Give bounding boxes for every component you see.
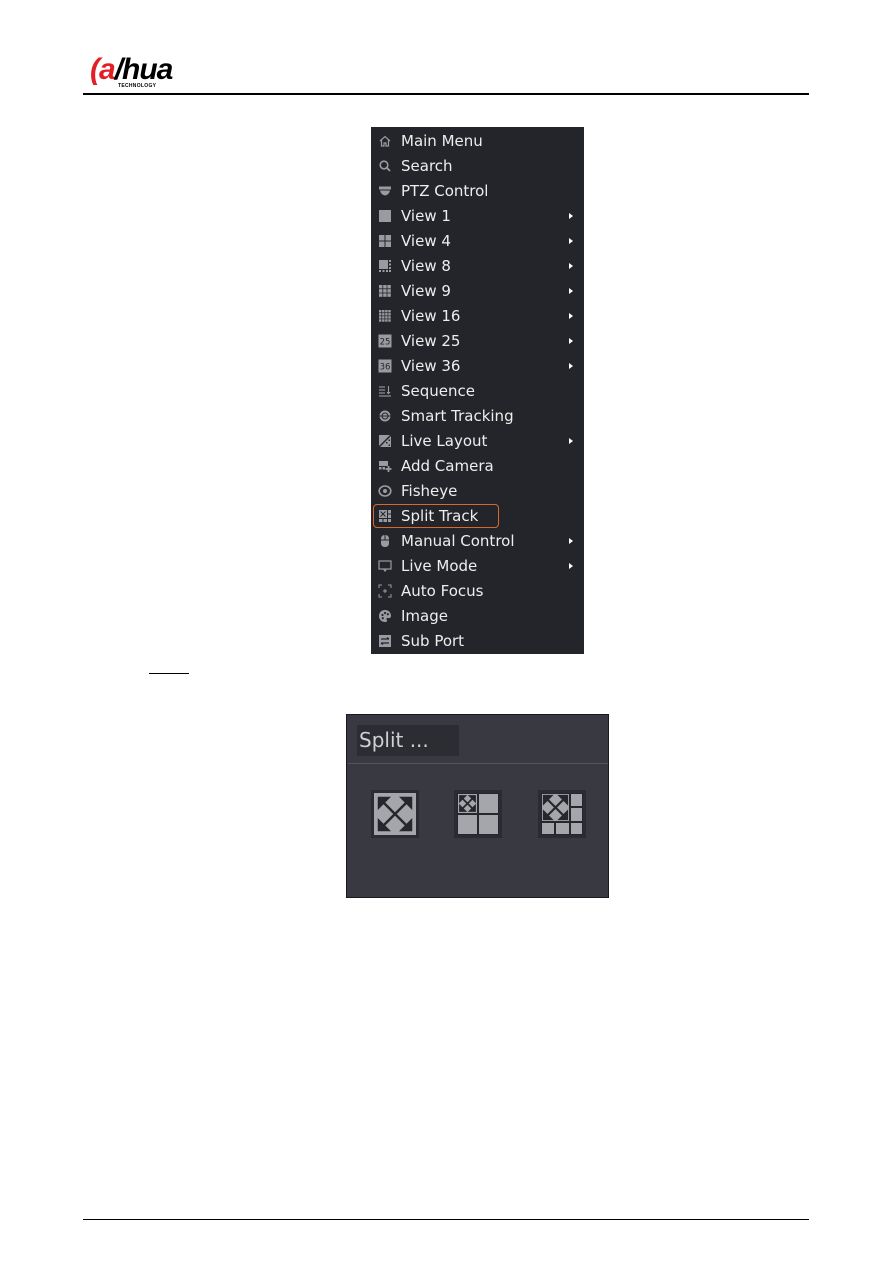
split-1-plus-3-button[interactable]	[454, 790, 502, 838]
split-track-highlight	[373, 504, 499, 528]
svg-text:36: 36	[380, 363, 391, 373]
auto-focus-icon	[378, 584, 392, 598]
footer-divider	[83, 1219, 809, 1220]
menu-item-label: Live Layout	[401, 432, 488, 450]
menu-item-fisheye[interactable]: Fisheye	[371, 479, 584, 504]
menu-item-live-mode[interactable]: Live Mode	[371, 554, 584, 579]
menu-item-ptz-control[interactable]: PTZ Control	[371, 179, 584, 204]
menu-item-view-8[interactable]: View 8	[371, 254, 584, 279]
sub-port-icon	[378, 634, 392, 648]
menu-item-sub-port[interactable]: Sub Port	[371, 629, 584, 654]
menu-item-sequence[interactable]: Sequence	[371, 379, 584, 404]
sequence-icon	[378, 384, 392, 398]
svg-text:25: 25	[380, 338, 391, 348]
submenu-arrow-icon	[569, 563, 573, 569]
menu-item-label: Main Menu	[401, 132, 483, 150]
submenu-arrow-icon	[569, 438, 573, 444]
brand-logo-text: (a/hua	[90, 53, 173, 86]
menu-item-add-camera[interactable]: Add Camera	[371, 454, 584, 479]
menu-item-label: View 1	[401, 207, 451, 225]
view8-icon	[378, 259, 392, 273]
add-camera-icon	[378, 459, 392, 473]
menu-item-search[interactable]: Search	[371, 154, 584, 179]
menu-item-main-menu[interactable]: Main Menu	[371, 129, 584, 154]
menu-item-view-25[interactable]: 25 View 25	[371, 329, 584, 354]
submenu-arrow-icon	[569, 263, 573, 269]
quad-split-icon	[457, 793, 499, 835]
menu-item-label: Image	[401, 607, 448, 625]
menu-item-image[interactable]: Image	[371, 604, 584, 629]
menu-item-label: PTZ Control	[401, 182, 489, 200]
split-panel-title: Split ...	[359, 728, 429, 752]
submenu-arrow-icon	[569, 338, 573, 344]
view9-icon	[378, 284, 392, 298]
ptz-camera-icon	[378, 184, 392, 198]
split-panel-divider	[348, 763, 608, 764]
menu-item-label: Manual Control	[401, 532, 515, 550]
menu-item-label: Add Camera	[401, 457, 494, 475]
menu-item-auto-focus[interactable]: Auto Focus	[371, 579, 584, 604]
brand-tagline: TECHNOLOGY	[118, 83, 157, 89]
step-label-underline	[149, 673, 189, 674]
live-view-context-menu: Main Menu Search PTZ Control View 1 View 4 Vi…	[371, 127, 584, 654]
menu-item-live-layout[interactable]: Live Layout	[371, 429, 584, 454]
split-1-plus-5-button[interactable]	[538, 790, 586, 838]
menu-item-label: View 8	[401, 257, 451, 275]
manual-control-icon	[378, 534, 392, 548]
smart-tracking-icon	[378, 409, 392, 423]
menu-item-view-16[interactable]: View 16	[371, 304, 584, 329]
submenu-arrow-icon	[569, 313, 573, 319]
menu-item-manual-control[interactable]: Manual Control	[371, 529, 584, 554]
menu-item-smart-tracking[interactable]: Smart Tracking	[371, 404, 584, 429]
header-divider	[83, 93, 809, 95]
menu-item-label: View 16	[401, 307, 461, 325]
menu-item-label: Auto Focus	[401, 582, 484, 600]
submenu-arrow-icon	[569, 538, 573, 544]
view25-icon: 25	[378, 334, 392, 348]
submenu-arrow-icon	[569, 213, 573, 219]
six-split-icon	[541, 793, 583, 835]
image-icon	[378, 609, 392, 623]
fullscreen-split-icon	[374, 793, 416, 835]
fisheye-icon	[378, 484, 392, 498]
menu-item-label: Live Mode	[401, 557, 478, 575]
search-icon	[378, 159, 392, 173]
live-layout-icon	[378, 434, 392, 448]
submenu-arrow-icon	[569, 363, 573, 369]
submenu-arrow-icon	[569, 238, 573, 244]
view4-icon	[378, 234, 392, 248]
menu-item-label: View 25	[401, 332, 461, 350]
menu-item-view-9[interactable]: View 9	[371, 279, 584, 304]
menu-item-label: View 36	[401, 357, 461, 375]
menu-item-view-4[interactable]: View 4	[371, 229, 584, 254]
menu-item-label: Fisheye	[401, 482, 458, 500]
menu-item-label: Sequence	[401, 382, 475, 400]
menu-item-label: Search	[401, 157, 453, 175]
view36-icon: 36	[378, 359, 392, 373]
menu-item-label: Smart Tracking	[401, 407, 514, 425]
home-icon	[378, 134, 392, 148]
split-1-fullscreen-button[interactable]	[371, 790, 419, 838]
menu-item-view-36[interactable]: 36 View 36	[371, 354, 584, 379]
menu-item-view-1[interactable]: View 1	[371, 204, 584, 229]
menu-item-label: View 4	[401, 232, 451, 250]
menu-item-label: Sub Port	[401, 632, 465, 650]
live-mode-icon	[378, 559, 392, 573]
view1-icon	[378, 209, 392, 223]
split-track-panel: Split ...	[346, 714, 609, 898]
menu-item-label: View 9	[401, 282, 451, 300]
submenu-arrow-icon	[569, 288, 573, 294]
view16-icon	[378, 309, 392, 323]
